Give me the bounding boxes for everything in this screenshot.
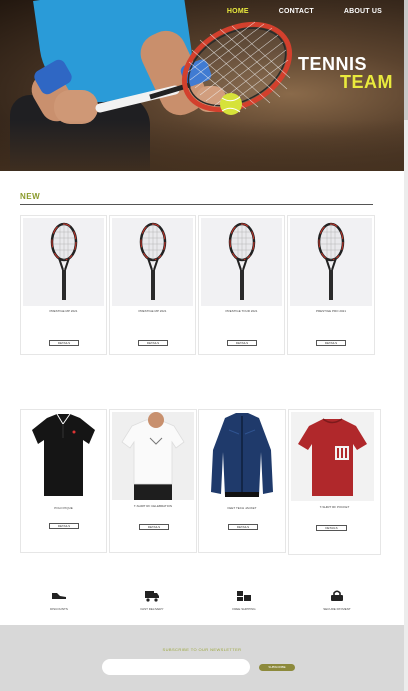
product-name: PRESTIGE MP 2021	[138, 309, 167, 313]
details-button[interactable]: DETAILS	[228, 524, 258, 530]
product-card: PRESTIGE PRO 2021 DETAILS	[287, 215, 375, 355]
nav-contact[interactable]: CONTACT	[279, 8, 314, 15]
racket-icon	[228, 222, 256, 300]
feature-label: DISCOUNTS	[50, 607, 68, 611]
details-button[interactable]: DETAILS	[316, 525, 347, 531]
section-divider	[20, 204, 373, 205]
racket-image	[201, 218, 282, 306]
product-name: PRESTIGE PRO 2021	[315, 309, 346, 313]
feature-label: FREE SHIPPING	[232, 607, 256, 611]
product-name: POLO PIQUE	[54, 506, 73, 510]
racket-image	[23, 218, 104, 306]
nav-home[interactable]: HOME	[227, 8, 249, 15]
navy-jacket-icon	[211, 413, 273, 497]
main-nav: HOME CONTACT ABOUT US	[197, 8, 382, 15]
feature-free-shipping: FREE SHIPPING	[209, 588, 279, 616]
jacket-image	[199, 410, 285, 502]
details-button[interactable]: DETAILS	[316, 340, 346, 346]
feature-secure-payment: SECURE PAYMENT	[302, 588, 372, 616]
newsletter-title: SUBSCRIBE TO OUR NEWSLETTER	[162, 647, 242, 652]
brand-title-line2: TEAM	[340, 72, 393, 92]
product-card: FEET TECH JACKET DETAILS	[198, 409, 286, 553]
black-polo-icon	[32, 413, 95, 496]
truck-icon	[145, 591, 159, 602]
boxes-icon	[237, 591, 251, 601]
section-title: NEW	[20, 192, 41, 201]
product-card: PRESTIGE TOUR 2021 DETAILS	[198, 215, 285, 355]
product-card: PRESTIGE MP 2021 DETAILS	[109, 215, 196, 355]
details-button[interactable]: DETAILS	[139, 524, 169, 530]
scrollbar-thumb[interactable]	[404, 0, 408, 120]
product-name: FEET TECH JACKET	[227, 506, 257, 510]
red-tshirt-image	[291, 412, 374, 501]
newsletter-section: SUBSCRIBE TO OUR NEWSLETTER SUBSCRIBE	[0, 625, 404, 691]
details-button[interactable]: DETAILS	[227, 340, 257, 346]
subscribe-button[interactable]: SUBSCRIBE	[259, 664, 295, 671]
feature-discounts: DISCOUNTS	[24, 588, 94, 616]
shoe-icon	[52, 593, 66, 599]
product-name: PRESTIGE MP 2021	[49, 309, 78, 313]
features-bar: DISCOUNTS FAST DELIVERY FREE SHIPPING SE…	[0, 588, 404, 616]
feature-fast-delivery: FAST DELIVERY	[117, 588, 187, 616]
product-card: T-SHIRT RF POCKET DETAILS	[288, 409, 381, 555]
red-tshirt-icon	[298, 418, 367, 496]
page: HOME CONTACT ABOUT US TENNIS TEAM NEW PR…	[0, 0, 404, 691]
court-shade	[0, 120, 404, 171]
racket-image	[112, 218, 193, 306]
scrollbar[interactable]	[404, 0, 408, 691]
racket-image	[290, 218, 372, 306]
feature-label: SECURE PAYMENT	[323, 607, 351, 611]
product-name: T-SHIRT RF POCKET	[319, 505, 350, 509]
white-tshirt-icon	[121, 412, 185, 500]
hero-banner: HOME CONTACT ABOUT US TENNIS TEAM	[0, 0, 404, 171]
nav-about-us[interactable]: ABOUT US	[344, 8, 382, 15]
polo-image	[21, 410, 106, 502]
details-button[interactable]: DETAILS	[49, 523, 79, 529]
product-name: PRESTIGE TOUR 2021	[225, 309, 258, 313]
tshirt-image	[112, 412, 194, 500]
product-name: T-SHIRT RF CELEBRATION	[133, 504, 173, 508]
details-button[interactable]: DETAILS	[138, 340, 168, 346]
lock-icon	[331, 590, 343, 601]
product-card: POLO PIQUE DETAILS	[20, 409, 107, 553]
racket-icon	[317, 222, 345, 300]
details-button[interactable]: DETAILS	[49, 340, 79, 346]
product-card: PRESTIGE MP 2021 DETAILS	[20, 215, 107, 355]
newsletter-email-input[interactable]	[102, 659, 250, 675]
feature-label: FAST DELIVERY	[140, 607, 164, 611]
racket-icon	[50, 222, 78, 300]
racket-icon	[139, 222, 167, 300]
product-card: T-SHIRT RF CELEBRATION DETAILS	[109, 409, 197, 553]
